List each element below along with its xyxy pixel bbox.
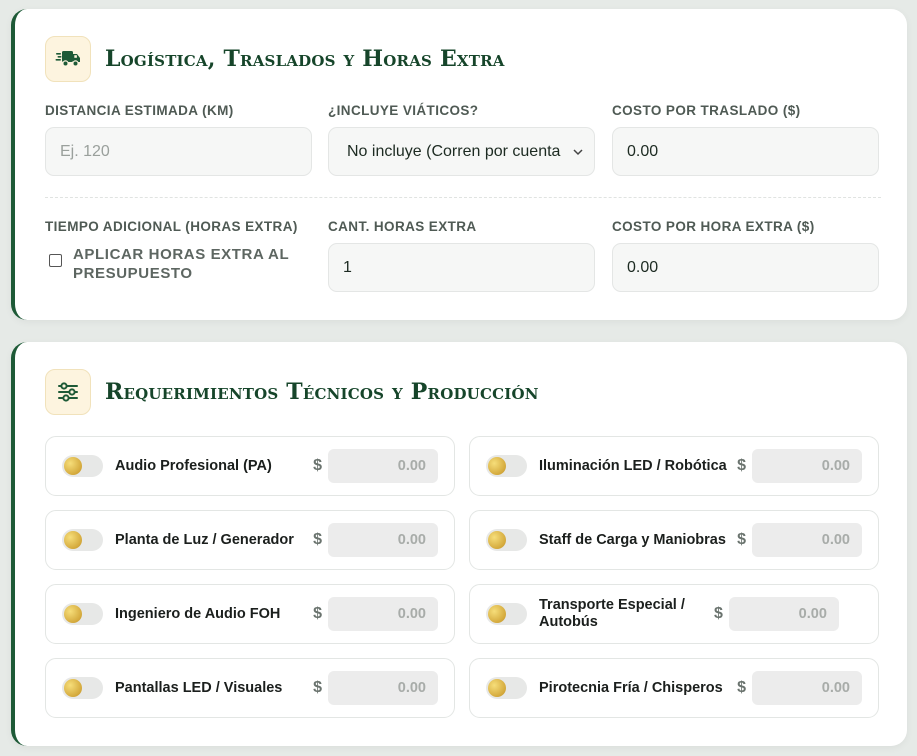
requirement-toggle[interactable] — [62, 677, 103, 699]
requirement-label: Planta de Luz / Generador — [115, 531, 294, 548]
logistics-title: Logística, Traslados y Horas Extra — [105, 46, 505, 72]
requirement-toggle[interactable] — [62, 455, 103, 477]
requirement-toggle[interactable] — [486, 677, 527, 699]
viaticos-select[interactable]: No incluye (Corren por cuenta — [328, 127, 595, 176]
extra-hours-input[interactable] — [328, 243, 595, 292]
currency-symbol: $ — [737, 679, 746, 696]
trip-cost-input[interactable] — [612, 127, 879, 176]
requirement-amount-input[interactable] — [328, 597, 438, 631]
requirements-grid: Audio Profesional (PA) $ Iluminación LED… — [45, 436, 879, 718]
requirement-label: Pantallas LED / Visuales — [115, 679, 283, 696]
requirement-amount-input[interactable] — [752, 523, 862, 557]
sliders-icon — [45, 369, 91, 415]
requirement-toggle[interactable] — [62, 529, 103, 551]
requirement-item: Iluminación LED / Robótica $ — [469, 436, 879, 496]
distance-input[interactable] — [45, 127, 312, 176]
logistics-header: Logística, Traslados y Horas Extra — [45, 36, 505, 82]
requirement-item: Audio Profesional (PA) $ — [45, 436, 455, 496]
truck-fast-icon — [45, 36, 91, 82]
extra-hour-cost-label: COSTO POR HORA EXTRA ($) — [612, 219, 815, 234]
currency-symbol: $ — [737, 531, 746, 548]
requirement-label: Transporte Especial / Autobús — [539, 597, 685, 630]
trip-cost-label: COSTO POR TRASLADO ($) — [612, 103, 801, 118]
currency-symbol: $ — [313, 531, 322, 548]
extra-hours-checkbox[interactable] — [49, 254, 62, 267]
section-divider — [45, 197, 881, 198]
requirement-amount-input[interactable] — [328, 671, 438, 705]
extra-hours-checkbox-label[interactable]: APLICAR HORAS EXTRA AL PRESUPUESTO — [73, 245, 303, 283]
requirements-title: Requerimientos Técnicos y Producción — [105, 379, 539, 405]
requirement-amount-input[interactable] — [328, 523, 438, 557]
extra-hour-cost-input[interactable] — [612, 243, 879, 292]
viaticos-selected-value: No incluye (Corren por cuenta — [347, 142, 561, 160]
requirements-card: Requerimientos Técnicos y Producción Aud… — [11, 342, 907, 746]
requirement-label: Audio Profesional (PA) — [115, 457, 272, 474]
requirement-toggle[interactable] — [486, 529, 527, 551]
requirement-amount-input[interactable] — [752, 449, 862, 483]
extra-hours-label: CANT. HORAS EXTRA — [328, 219, 477, 234]
requirement-item: Staff de Carga y Maniobras $ — [469, 510, 879, 570]
extra-time-label: TIEMPO ADICIONAL (HORAS EXTRA) — [45, 219, 298, 234]
requirement-amount-input[interactable] — [728, 597, 839, 631]
requirement-label: Ingeniero de Audio FOH — [115, 605, 281, 622]
currency-symbol: $ — [313, 679, 322, 696]
distance-label: DISTANCIA ESTIMADA (KM) — [45, 103, 234, 118]
currency-symbol: $ — [714, 605, 723, 622]
viaticos-label: ¿INCLUYE VIÁTICOS? — [328, 103, 479, 118]
requirement-item: Pirotecnia Fría / Chisperos $ — [469, 658, 879, 718]
requirement-toggle[interactable] — [486, 603, 527, 625]
requirement-label: Pirotecnia Fría / Chisperos — [539, 679, 723, 696]
requirement-item: Planta de Luz / Generador $ — [45, 510, 455, 570]
requirement-item: Ingeniero de Audio FOH $ — [45, 584, 455, 644]
extra-hours-checkbox-row[interactable]: APLICAR HORAS EXTRA AL PRESUPUESTO — [49, 245, 303, 283]
requirement-item: Transporte Especial / Autobús $ — [469, 584, 879, 644]
requirement-toggle[interactable] — [62, 603, 103, 625]
logistics-card: Logística, Traslados y Horas Extra DISTA… — [11, 9, 907, 320]
requirement-label: Iluminación LED / Robótica — [539, 457, 727, 474]
requirement-toggle[interactable] — [486, 455, 527, 477]
requirement-label: Staff de Carga y Maniobras — [539, 531, 726, 548]
requirement-amount-input[interactable] — [328, 449, 438, 483]
currency-symbol: $ — [313, 457, 322, 474]
chevron-down-icon — [573, 148, 583, 155]
currency-symbol: $ — [737, 457, 746, 474]
requirement-item: Pantallas LED / Visuales $ — [45, 658, 455, 718]
currency-symbol: $ — [313, 605, 322, 622]
requirements-header: Requerimientos Técnicos y Producción — [45, 369, 539, 415]
requirement-amount-input[interactable] — [752, 671, 862, 705]
